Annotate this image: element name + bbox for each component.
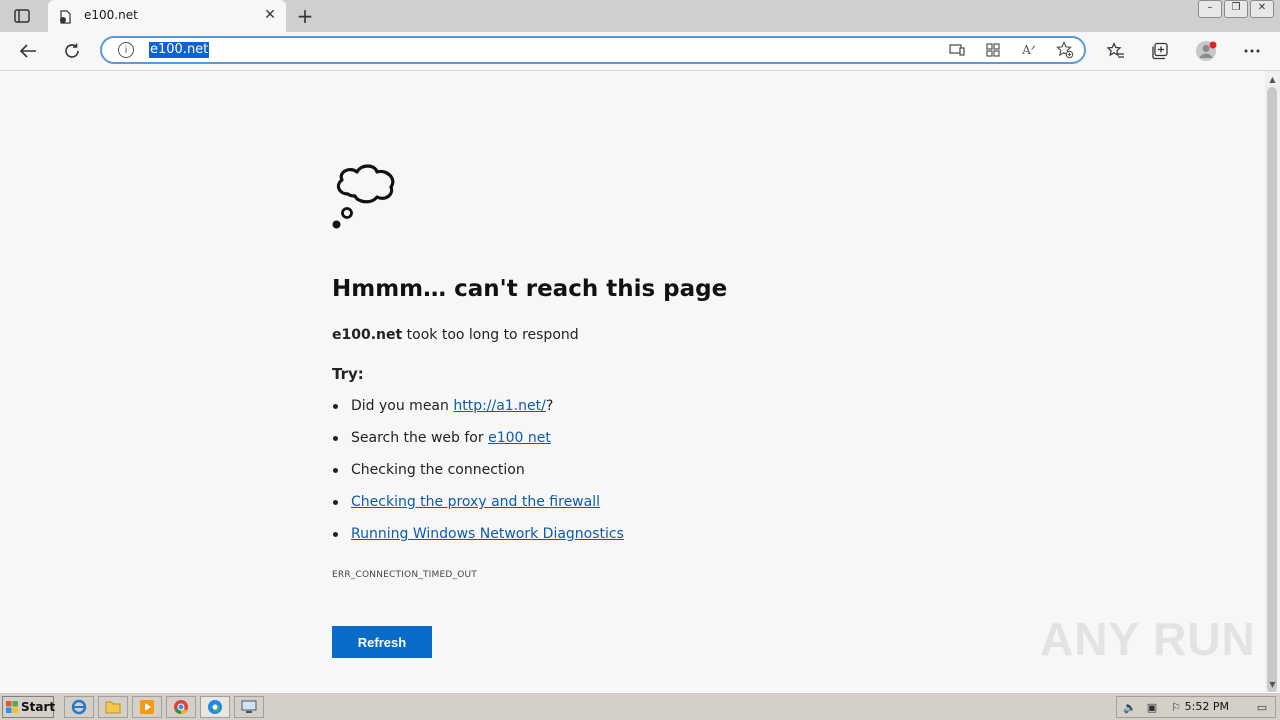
- info-icon[interactable]: i: [118, 42, 134, 58]
- restore-button[interactable]: ❐: [1224, 0, 1248, 18]
- tab-title: e100.net: [84, 8, 138, 22]
- close-icon[interactable]: ✕: [262, 7, 278, 23]
- profile-icon[interactable]: [1195, 40, 1217, 62]
- app-available-icon[interactable]: [948, 41, 966, 59]
- tab-strip: e100.net ✕ + – ❐ ✕: [0, 0, 1280, 32]
- error-description: e100.net took too long to respond: [332, 327, 579, 343]
- proxy-firewall-link[interactable]: Checking the proxy and the firewall: [351, 494, 600, 510]
- system-tray: 🔈 ▣ ⚐ 5:52 PM ▭: [1116, 696, 1276, 718]
- description-suffix: took too long to respond: [402, 327, 579, 343]
- network-icon[interactable]: ▣: [1145, 701, 1159, 715]
- suggestion-list: Did you mean http://a1.net/? Search the …: [332, 398, 624, 558]
- list-item: Checking the proxy and the firewall: [332, 494, 624, 526]
- suggested-url-link[interactable]: http://a1.net/: [453, 398, 546, 414]
- tab-actions-icon[interactable]: [10, 6, 34, 26]
- network-diagnostics-link[interactable]: Running Windows Network Diagnostics: [351, 526, 624, 542]
- search-web-link[interactable]: e100 net: [488, 430, 551, 446]
- favorites-icon[interactable]: [1105, 40, 1127, 62]
- scroll-thumb[interactable]: [1267, 87, 1277, 693]
- chrome-icon[interactable]: [166, 696, 196, 718]
- page-icon: [58, 9, 72, 24]
- suggestion-text: Did you mean: [351, 398, 454, 414]
- scrollbar[interactable]: ▲ ▼: [1265, 71, 1280, 693]
- system-monitor-icon[interactable]: [234, 696, 264, 718]
- list-item: Running Windows Network Diagnostics: [332, 526, 624, 558]
- more-icon[interactable]: [1241, 40, 1263, 62]
- error-code: ERR_CONNECTION_TIMED_OUT: [332, 570, 477, 580]
- list-item: Checking the connection: [332, 462, 624, 494]
- suggestion-text: Search the web for: [351, 430, 489, 446]
- apps-icon[interactable]: [984, 41, 1002, 59]
- close-window-button[interactable]: ✕: [1250, 0, 1274, 18]
- flag-icon[interactable]: ⚐: [1169, 701, 1183, 715]
- host-name: e100.net: [332, 327, 403, 343]
- scroll-down-icon[interactable]: ▼: [1265, 680, 1280, 690]
- back-arrow-icon[interactable]: [17, 40, 39, 62]
- explorer-folder-icon[interactable]: [98, 696, 128, 718]
- address-bar[interactable]: i e100.net Aᐟ: [100, 36, 1086, 64]
- list-item: Search the web for e100 net: [332, 430, 624, 462]
- thought-cloud-icon: [332, 164, 395, 229]
- read-aloud-icon[interactable]: Aᐟ: [1020, 41, 1038, 59]
- ie-icon[interactable]: [64, 696, 94, 718]
- browser-tab[interactable]: e100.net ✕: [48, 0, 286, 32]
- watermark: ANY RUN: [1040, 613, 1256, 665]
- collections-icon[interactable]: [1149, 40, 1171, 62]
- try-label: Try:: [332, 365, 364, 383]
- refresh-icon[interactable]: [61, 40, 83, 62]
- page-title: Hmmm… can't reach this page: [332, 276, 728, 302]
- window-controls: – ❐ ✕: [1198, 0, 1274, 18]
- clock: 5:52 PM: [1184, 700, 1229, 713]
- add-favorite-icon[interactable]: [1056, 41, 1074, 59]
- start-button[interactable]: Start: [2, 696, 56, 718]
- suggestion-text: ?: [545, 398, 554, 414]
- browser-toolbar: i e100.net Aᐟ: [0, 32, 1280, 71]
- list-item: Did you mean http://a1.net/?: [332, 398, 624, 430]
- media-player-icon[interactable]: [132, 696, 162, 718]
- edge-icon[interactable]: [200, 696, 230, 718]
- start-label: Start: [21, 700, 56, 714]
- url-text[interactable]: e100.net: [149, 42, 210, 58]
- scroll-up-icon[interactable]: ▲: [1265, 75, 1280, 85]
- taskbar: Start 🔈 ▣ ⚐ 5:52 PM ▭: [0, 692, 1280, 720]
- windows-flag-icon: [6, 701, 18, 713]
- plus-icon[interactable]: +: [294, 5, 316, 27]
- volume-icon[interactable]: 🔈: [1123, 701, 1137, 715]
- refresh-button[interactable]: Refresh: [332, 626, 432, 658]
- suggestion-text: Checking the connection: [351, 462, 525, 478]
- minimize-button[interactable]: –: [1198, 0, 1222, 18]
- show-desktop-icon[interactable]: ▭: [1255, 701, 1269, 715]
